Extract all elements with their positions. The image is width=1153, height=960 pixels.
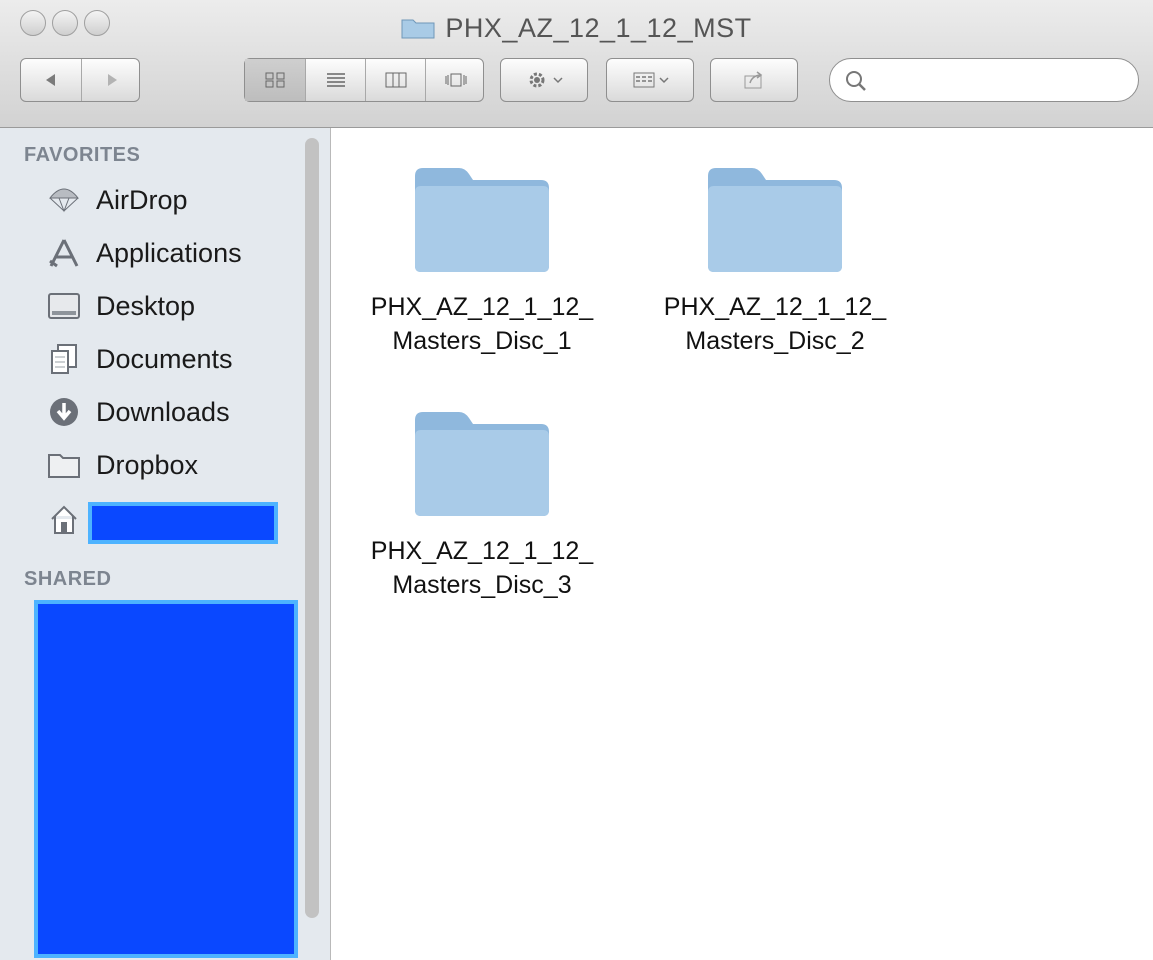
desktop-icon xyxy=(46,290,82,322)
sidebar-item-documents[interactable]: Documents xyxy=(46,339,233,379)
sidebar-scrollbar[interactable] xyxy=(305,138,319,918)
coverflow-view-icon xyxy=(445,73,467,87)
documents-icon xyxy=(46,343,82,375)
sidebar: FAVORITES AirDrop Applications Desktop D… xyxy=(0,128,330,960)
forward-button[interactable] xyxy=(81,59,142,101)
arrange-menu-button[interactable] xyxy=(606,58,694,102)
folder-icon xyxy=(415,168,549,272)
sidebar-item-airdrop[interactable]: AirDrop xyxy=(46,180,188,220)
sidebar-item-applications[interactable]: Applications xyxy=(46,233,242,273)
back-button[interactable] xyxy=(21,59,81,101)
forward-arrow-icon xyxy=(108,74,117,86)
shared-heading: SHARED xyxy=(24,568,112,590)
share-button[interactable] xyxy=(710,58,798,102)
window-title-text: PHX_AZ_12_1_12_MST xyxy=(445,13,752,43)
favorites-heading: FAVORITES xyxy=(24,144,141,166)
share-icon xyxy=(744,71,763,89)
folder-name: PHX_AZ_12_1_12_ Masters_Disc_2 xyxy=(663,293,887,355)
folder-name: PHX_AZ_12_1_12_ Masters_Disc_1 xyxy=(370,293,594,355)
folder-icon xyxy=(415,412,549,516)
icon-view-button[interactable] xyxy=(245,59,305,101)
chevron-down-icon xyxy=(553,77,563,84)
sidebar-item-label: AirDrop xyxy=(96,184,188,215)
gear-icon xyxy=(529,72,545,88)
downloads-icon xyxy=(46,396,82,428)
sidebar-list: FAVORITES AirDrop Applications Desktop D… xyxy=(0,128,300,960)
coverflow-view-button[interactable] xyxy=(425,59,486,101)
applications-icon xyxy=(46,237,82,269)
column-view-icon xyxy=(385,72,407,88)
nav-buttons xyxy=(20,58,140,102)
sidebar-item-label: Documents xyxy=(96,343,233,374)
folder-name: PHX_AZ_12_1_12_ Masters_Disc_3 xyxy=(370,537,594,599)
sidebar-item-label: Desktop xyxy=(96,290,196,321)
search-input[interactable] xyxy=(874,65,1128,97)
folder-icon xyxy=(46,449,82,481)
home-icon xyxy=(46,504,82,536)
sidebar-item-dropbox[interactable]: Dropbox xyxy=(46,445,198,485)
file-browser: PHX_AZ_12_1_12_ Masters_Disc_1 PHX_AZ_12_… xyxy=(331,128,1153,960)
action-menu-button[interactable] xyxy=(500,58,588,102)
sidebar-item-label: Applications xyxy=(96,237,242,268)
redacted-shared-list xyxy=(34,600,298,958)
search-field[interactable] xyxy=(829,58,1139,102)
list-view-icon xyxy=(327,73,345,87)
chevron-down-icon xyxy=(659,77,669,84)
arrange-icon xyxy=(633,72,655,88)
window-toolbar: PHX_AZ_12_1_12_MST xyxy=(0,0,1153,128)
sidebar-item-downloads[interactable]: Downloads xyxy=(46,392,230,432)
airdrop-icon xyxy=(46,184,82,216)
redacted-username xyxy=(88,502,278,544)
folder-icon xyxy=(708,168,842,272)
window-title: PHX_AZ_12_1_12_MST xyxy=(0,13,1153,44)
list-view-button[interactable] xyxy=(305,59,366,101)
sidebar-item-desktop[interactable]: Desktop xyxy=(46,286,195,326)
column-view-button[interactable] xyxy=(365,59,426,101)
sidebar-item-label: Downloads xyxy=(96,396,230,427)
folder-icon xyxy=(401,19,435,39)
icon-view-icon xyxy=(265,72,285,88)
view-mode-control xyxy=(244,58,484,102)
back-arrow-icon xyxy=(46,74,55,86)
sidebar-item-label: Dropbox xyxy=(96,449,199,480)
search-icon xyxy=(846,71,866,91)
